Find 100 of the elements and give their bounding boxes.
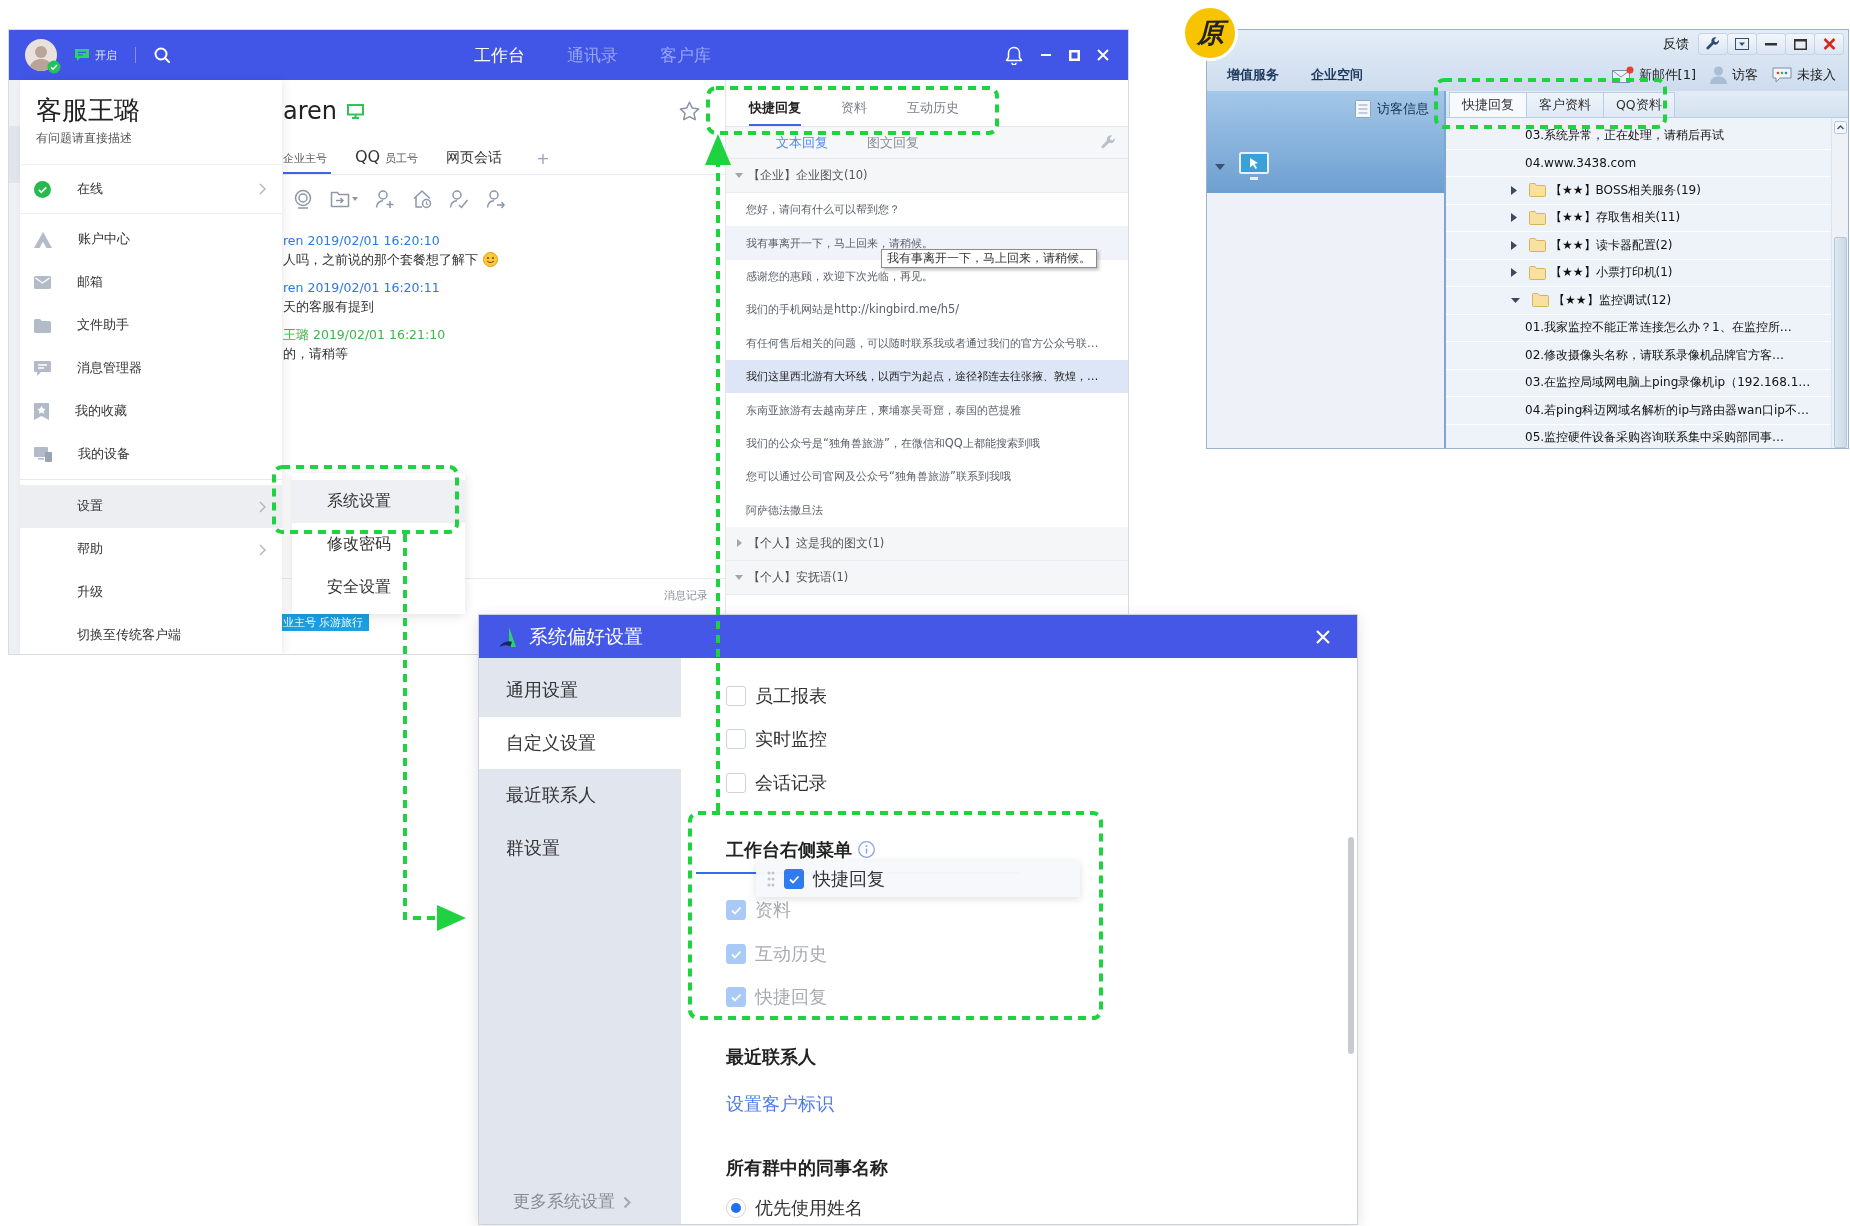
caret-right-icon[interactable] <box>1511 240 1517 250</box>
quick-reply-item[interactable]: 您好，请问有什么可以帮到您？ <box>726 193 1128 227</box>
feedback-link[interactable]: 反馈 <box>1663 35 1689 53</box>
close-icon[interactable] <box>1097 49 1109 61</box>
reply-item[interactable]: 02.修改摄像头名称，请联系录像机品牌官方客… <box>1446 342 1831 370</box>
menu-item[interactable]: 设置 <box>20 485 282 528</box>
message-text: 的，请稍等 <box>283 345 348 363</box>
chat-tab[interactable]: QQ 员工号 <box>355 142 423 174</box>
caret-down-icon[interactable] <box>1215 164 1225 170</box>
menu-item[interactable]: 账户中心 <box>20 218 282 261</box>
chat-tab[interactable]: 网页会话 <box>446 142 507 174</box>
maximize-icon[interactable] <box>1069 49 1080 61</box>
star-icon[interactable] <box>679 101 700 121</box>
message-text: 天的客服有提到 <box>283 298 374 316</box>
menu-item[interactable]: 我的收藏 <box>20 390 282 433</box>
scrollbar[interactable] <box>1831 118 1848 448</box>
nav-tab[interactable]: 工作台 <box>474 43 525 67</box>
settings-nav-item[interactable]: 自定义设置 <box>479 716 681 769</box>
message-icon <box>34 361 51 376</box>
minimize-button[interactable] <box>1756 33 1786 55</box>
menu-item[interactable]: 邮箱 <box>20 261 282 304</box>
wrench-icon[interactable] <box>1101 135 1116 150</box>
reply-group-header[interactable]: 【个人】这是我的图文(1) <box>726 526 1128 561</box>
chat-tab[interactable]: 企业主号 <box>283 142 331 174</box>
customer-tag-link[interactable]: 设置客户标识 <box>726 1087 1357 1121</box>
avatar-icon[interactable] <box>25 39 57 71</box>
quick-reply-item[interactable]: 阿萨德法撒旦法 <box>726 493 1128 527</box>
quick-reply-item[interactable]: 我们的手机网站是http://kingbird.me/h5/ <box>726 293 1128 327</box>
caret-right-icon[interactable] <box>1511 213 1517 223</box>
panel-tab[interactable]: 资料 <box>841 99 867 126</box>
add-user-icon[interactable] <box>375 189 395 209</box>
reply-item[interactable]: 04.www.3438.com <box>1446 149 1831 177</box>
folder-row[interactable]: 【★★】读卡器配置(2) <box>1446 232 1831 260</box>
submenu-item[interactable]: 安全设置 <box>292 566 465 609</box>
caret-down-icon[interactable] <box>1511 297 1520 303</box>
bell-icon[interactable] <box>1005 45 1023 65</box>
drag-handle-icon[interactable] <box>767 870 775 887</box>
close-button[interactable] <box>1814 33 1844 55</box>
list-icon <box>1355 100 1371 118</box>
panel-tab[interactable]: 快捷回复 <box>1449 92 1527 117</box>
chat-bubble-icon <box>75 49 89 61</box>
status-toggle[interactable]: 开启 <box>75 47 117 63</box>
section-title: 所有群中的同事名称 <box>726 1157 888 1180</box>
quick-reply-item[interactable]: 有任何售后相关的问题，可以随时联系我或者通过我们的官方公众号联… <box>726 326 1128 360</box>
reply-group-header[interactable]: 【企业】企业图文(10) <box>726 159 1128 193</box>
radio-button[interactable] <box>726 1198 746 1218</box>
submenu-item[interactable]: 系统设置 <box>292 480 465 523</box>
menu-item[interactable]: 消息管理器 <box>20 347 282 390</box>
folder-row[interactable]: 【★★】存取售相关(11) <box>1446 204 1831 232</box>
reply-item[interactable]: 03.系统异常，正在处理，请稍后再试 <box>1446 122 1831 150</box>
caret-right-icon[interactable] <box>1511 268 1517 278</box>
folder-export-icon[interactable] <box>330 189 350 209</box>
menu-item[interactable]: 在线 <box>20 165 282 213</box>
reply-group-header[interactable]: 【个人】安抚语(1) <box>726 560 1128 595</box>
quick-reply-item[interactable]: 我们这里西北游有大环线，以西宁为起点，途径祁连去往张掖、敦煌，… <box>726 359 1128 394</box>
settings-nav-item[interactable]: 通用设置 <box>479 664 681 717</box>
menu-tab[interactable]: 增值服务 <box>1227 65 1279 84</box>
reply-item[interactable]: 04.若ping科迈网域名解析的ip与路由器wan口ip不… <box>1446 397 1831 425</box>
scrollbar[interactable] <box>1348 837 1354 1054</box>
webcam-icon[interactable] <box>293 189 313 209</box>
user-check-icon[interactable] <box>449 189 469 209</box>
search-icon[interactable] <box>154 47 170 63</box>
close-icon[interactable] <box>1315 628 1331 645</box>
checkbox[interactable] <box>784 868 804 889</box>
settings-nav-item[interactable]: 群设置 <box>479 821 681 874</box>
tools-button[interactable] <box>1698 33 1728 55</box>
panel-tab[interactable]: 客户资料 <box>1526 92 1604 117</box>
folder-row[interactable]: 【★★】BOSS相关服务(19) <box>1446 177 1831 205</box>
panel-tab[interactable]: 互动历史 <box>907 99 959 126</box>
monitor-icon[interactable] <box>1239 152 1269 182</box>
dropdown-button[interactable] <box>1727 33 1757 55</box>
reply-item[interactable]: 03.在监控局域网电脑上ping录像机ip（192.168.1… <box>1446 369 1831 397</box>
scroll-up-icon[interactable] <box>1833 121 1847 134</box>
menu-item[interactable]: 文件助手 <box>20 304 282 347</box>
folder-row[interactable]: 【★★】小票打印机(1) <box>1446 259 1831 287</box>
menu-item[interactable]: 切换至传统客户端 <box>20 614 282 654</box>
caret-icon[interactable] <box>352 197 358 201</box>
menu-tab[interactable]: 企业空间 <box>1311 65 1363 84</box>
user-forward-icon[interactable] <box>486 189 506 209</box>
maximize-button[interactable] <box>1785 33 1815 55</box>
toolbar-link[interactable]: 访客 <box>1710 65 1758 84</box>
info-icon[interactable] <box>858 841 875 858</box>
devices-icon <box>34 447 52 462</box>
reply-item[interactable]: 01.我家监控不能正常连接怎么办？1、在监控所… <box>1446 314 1831 342</box>
menu-item[interactable]: 我的设备 <box>20 433 282 476</box>
house-clock-icon[interactable] <box>412 189 432 209</box>
dragged-item-card[interactable]: 快捷回复 <box>756 860 1080 897</box>
panel-tab[interactable]: QQ资料 <box>1603 92 1675 117</box>
quick-reply-item[interactable]: 您可以通过公司官网及公众号“独角兽旅游”联系到我哦 <box>726 460 1128 494</box>
toolbar-link[interactable]: 未接入 <box>1772 65 1836 84</box>
folder-row[interactable]: 【★★】监控调试(12) <box>1446 287 1831 315</box>
chevron-icon <box>623 1195 631 1209</box>
quick-reply-item[interactable]: 东南亚旅游有去越南芽庄，柬埔寨吴哥窟，泰国的芭提雅 <box>726 393 1128 427</box>
quick-reply-item[interactable]: 我们的公众号是“独角兽旅游”，在微信和QQ上都能搜索到哦 <box>726 426 1128 461</box>
caret-right-icon[interactable] <box>1511 185 1517 195</box>
message-history-link[interactable]: 消息记录 <box>664 587 708 603</box>
settings-nav-item[interactable]: 最近联系人 <box>479 769 681 822</box>
submenu-item[interactable]: 修改密码 <box>292 523 465 566</box>
menu-item[interactable]: 升级 <box>20 571 282 614</box>
menu-item[interactable]: 帮助 <box>20 528 282 571</box>
